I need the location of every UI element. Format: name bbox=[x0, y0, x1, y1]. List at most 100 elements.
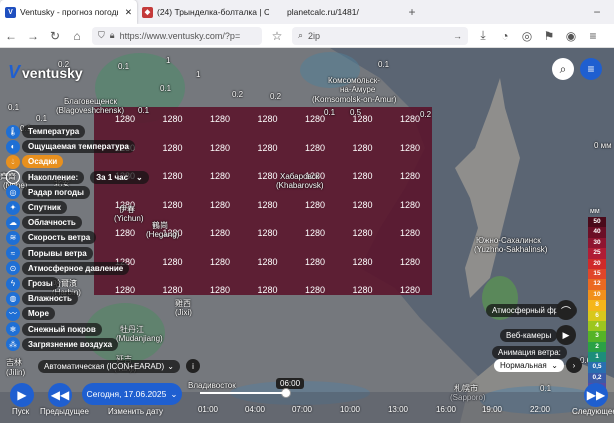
layer-thermometer[interactable]: 🌡︎ Температура bbox=[6, 124, 86, 139]
tab-trindelka[interactable]: ◆(24) Трынделка-болталка | Стра bbox=[137, 0, 277, 24]
legend-step: 4 bbox=[588, 320, 606, 332]
timeline-hour-label[interactable]: 07:00 bbox=[292, 405, 312, 414]
model-info-button[interactable]: i bbox=[186, 359, 200, 373]
model-select[interactable]: Автоматическая (ICON+EARAD) ⌄ bbox=[38, 360, 180, 373]
timeline-hour-label[interactable]: 10:00 bbox=[340, 405, 360, 414]
camera-icon: ▶ bbox=[562, 329, 570, 340]
layer-radar[interactable]: ◎ Радар погоды bbox=[6, 185, 90, 200]
search-icon: ⌕ bbox=[298, 30, 304, 40]
previous-button[interactable]: ◀◀ bbox=[48, 383, 72, 407]
grid-value-label: 1280 bbox=[399, 256, 421, 267]
map-place-label: (Khabarovsk) bbox=[276, 181, 324, 190]
tab-ventusky[interactable]: VVentusky - прогноз погоды на ка✕ bbox=[0, 0, 137, 24]
layer-label: Порывы ветра bbox=[22, 246, 93, 260]
layer-feels-like[interactable]: ◐ Ощущаемая температура bbox=[6, 139, 135, 154]
front-toggle[interactable]: ⌒ bbox=[556, 300, 576, 320]
bookmark-star-icon[interactable]: ☆ bbox=[266, 25, 288, 47]
rain-amount-label: 0.1 bbox=[118, 62, 130, 71]
shield-icon: ⛉ bbox=[98, 30, 105, 40]
weather-map[interactable]: 1280 1280 1280 1280 1280 1280 1280 1280 1280 1280… bbox=[0, 48, 614, 423]
layer-cloud[interactable]: ☁ Облачность bbox=[6, 215, 82, 230]
layer-ring[interactable]: ◌ Накопление: За 1 час ⌄ bbox=[6, 170, 149, 185]
extension-icon[interactable]: ◎ bbox=[516, 25, 538, 47]
forward-icon[interactable]: → bbox=[22, 25, 44, 47]
grid-value-label: 1280 bbox=[257, 142, 278, 153]
layer-wind[interactable]: ≋ Скорость ветра bbox=[6, 230, 97, 245]
chevron-down-icon: ⌄ bbox=[136, 172, 143, 182]
layer-label: Облачность bbox=[22, 216, 82, 230]
downloads-icon[interactable]: ⤓ bbox=[472, 25, 494, 47]
play-button[interactable]: ▶ bbox=[10, 383, 34, 407]
tab-planetcalc[interactable]: planetcalc.ru/1481/ bbox=[277, 0, 397, 24]
map-place-label: (Hegang) bbox=[146, 230, 180, 239]
front-icon: ⌒ bbox=[561, 306, 571, 318]
home-icon[interactable]: ⌂ bbox=[66, 25, 88, 47]
grid-value-label: 1280 bbox=[114, 228, 136, 238]
humidity-icon: ◍ bbox=[6, 291, 20, 306]
ventusky-logo[interactable]: V ventusky bbox=[8, 62, 83, 83]
layer-pollution[interactable]: ⁂ Загрязнение воздуха bbox=[6, 337, 119, 352]
grid-value-label: 1280 bbox=[257, 199, 278, 210]
menu-icon[interactable]: ≡ bbox=[582, 25, 604, 47]
close-tab-icon[interactable]: ✕ bbox=[125, 7, 132, 18]
grid-value-label: 1280 bbox=[352, 285, 373, 295]
account-icon[interactable]: ◔ bbox=[494, 25, 516, 47]
rain-amount-label: 0.1 bbox=[8, 103, 20, 112]
back-icon[interactable]: ← bbox=[0, 25, 22, 47]
timeline-hour-label[interactable]: 04:00 bbox=[245, 405, 265, 414]
timeline-hour-label[interactable]: 22:00 bbox=[530, 405, 550, 414]
snowflake-icon: ❄ bbox=[6, 322, 20, 337]
layer-gust[interactable]: ≈ Порывы ветра bbox=[6, 246, 93, 261]
reload-icon[interactable]: ↻ bbox=[44, 25, 66, 47]
layer-pressure[interactable]: ⊙ Атмосферное давление bbox=[6, 261, 130, 276]
date-select[interactable]: Сегодня, 17.06.2025 ⌄ bbox=[82, 383, 182, 405]
layer-bolt[interactable]: ϟ Грозы bbox=[6, 276, 59, 291]
map-place-label: на-Амуре bbox=[340, 85, 376, 94]
layer-label: Температура bbox=[22, 125, 86, 138]
legend-step: 20 bbox=[588, 258, 606, 269]
layer-satellite[interactable]: ✦ Спутник bbox=[6, 200, 67, 215]
firefox-icon[interactable]: ◉ bbox=[560, 25, 582, 47]
layer-drop[interactable]: 💧︎ Осадки bbox=[6, 154, 64, 169]
grid-value-label: 1280 bbox=[399, 171, 421, 181]
accumulation-select[interactable]: За 1 час ⌄ bbox=[90, 170, 149, 184]
window-minimize-icon[interactable]: − bbox=[586, 1, 608, 23]
go-arrow-icon[interactable]: → bbox=[453, 31, 462, 41]
grid-value-label: 1280 bbox=[352, 142, 373, 153]
search-button[interactable]: ⌕ bbox=[552, 58, 574, 80]
map-place-label: Комсомольск- bbox=[328, 76, 380, 85]
hamburger-icon: ≡ bbox=[587, 62, 595, 76]
wind-animation-select[interactable]: Нормальная ⌄ bbox=[494, 359, 564, 372]
layer-label: Загрязнение воздуха bbox=[22, 337, 119, 351]
layer-waves[interactable]: 〰 Море bbox=[6, 306, 55, 321]
timeline-hour-label[interactable]: 01:00 bbox=[198, 405, 218, 414]
grid-value-label: 1280 bbox=[304, 114, 326, 124]
rain-amount-label: 0.1 bbox=[378, 60, 390, 69]
main-menu-button[interactable]: ≡ bbox=[580, 58, 602, 80]
rain-amount-label: 0.2 bbox=[232, 90, 244, 99]
timeline-hour-label[interactable]: 13:00 bbox=[388, 405, 408, 414]
grid-value-label: 1280 bbox=[162, 142, 183, 153]
gust-icon: ≈ bbox=[6, 246, 20, 261]
legend-step: 30 bbox=[588, 237, 606, 249]
grid-value-label: 1280 bbox=[304, 142, 326, 153]
rain-amount-label: 1 bbox=[196, 70, 201, 79]
grid-value-label: 1280 bbox=[257, 228, 278, 238]
wind-animation-toggle[interactable]: › bbox=[566, 357, 582, 373]
search-bar[interactable]: ⌕ 2ip → bbox=[292, 26, 468, 45]
layer-label: Море bbox=[22, 307, 55, 321]
waves-icon: 〰 bbox=[6, 306, 20, 321]
webcams-toggle[interactable]: ▶ bbox=[556, 325, 576, 345]
next-button[interactable]: ▶▶ bbox=[584, 383, 608, 407]
vpn-icon[interactable]: ⚑ bbox=[538, 25, 560, 47]
timeline-hour-label[interactable]: 19:00 bbox=[482, 405, 502, 414]
chevron-down-icon: ⌄ bbox=[551, 361, 558, 370]
address-bar[interactable]: ⛉ 🔒︎ https://www.ventusky.com/?p= bbox=[92, 26, 262, 45]
grid-value-label: 1280 bbox=[209, 114, 231, 124]
layer-snowflake[interactable]: ❄ Снежный покров bbox=[6, 322, 102, 337]
layer-humidity[interactable]: ◍ Влажность bbox=[6, 291, 78, 306]
ventusky-logo-icon: V bbox=[8, 62, 21, 82]
new-tab-button[interactable]: + bbox=[401, 1, 423, 23]
timeline-hour-label[interactable]: 16:00 bbox=[436, 405, 456, 414]
rain-amount-label: 0.1 bbox=[138, 106, 150, 115]
